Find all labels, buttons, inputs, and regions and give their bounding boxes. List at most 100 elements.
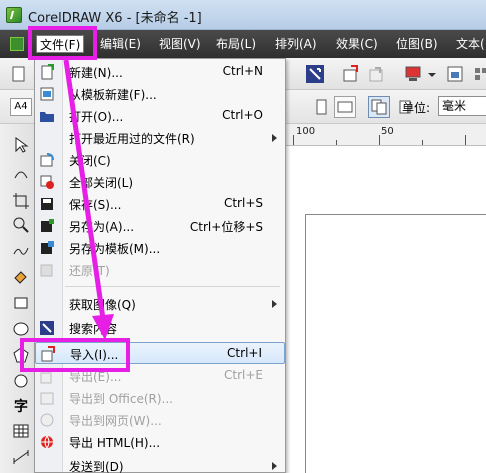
table-tool[interactable]	[12, 422, 30, 440]
menu-item-close[interactable]: 关闭(C)	[35, 149, 285, 171]
menu-item-label: 全部关闭(L)	[69, 176, 134, 190]
document-page[interactable]	[305, 214, 486, 473]
menu-item-label: 导出到 Office(R)...	[69, 392, 173, 406]
menu-item-shortcut: Ctrl+I	[227, 346, 262, 360]
pointer-icon	[15, 137, 29, 153]
menu-item-open[interactable]: 打开(O)... Ctrl+O	[35, 105, 285, 127]
menu-item-export-web[interactable]: 导出到网页(W)...	[35, 409, 285, 431]
ruler-tick	[293, 135, 294, 145]
page-size-select[interactable]: A4	[10, 98, 32, 116]
menu-item-shortcut: Ctrl+S	[223, 196, 263, 210]
zoom-tool[interactable]	[12, 216, 30, 234]
zoom-button[interactable]	[444, 63, 466, 85]
save-template-icon	[41, 241, 54, 254]
menu-item-open-recent[interactable]: 打开最近用过的文件(R)	[35, 127, 285, 149]
submenu-arrow-icon	[272, 462, 277, 470]
menu-item-shortcut: Ctrl+位移+S	[189, 220, 263, 234]
text-tool[interactable]: 字	[14, 396, 32, 415]
open-folder-icon	[40, 112, 54, 122]
close-all-icon	[40, 175, 54, 189]
menu-item-new[interactable]: 新建(N)... Ctrl+N	[35, 61, 285, 83]
shape-tool[interactable]	[12, 164, 30, 182]
menu-item-acquire-image[interactable]: 获取图像(Q)	[35, 293, 285, 315]
revert-icon	[40, 264, 53, 277]
image-icon	[447, 66, 463, 82]
smart-fill-tool[interactable]	[12, 268, 30, 286]
search-content-icon	[40, 321, 54, 335]
menu-item-label: 从模板新建(F)...	[69, 88, 157, 102]
menu-item-export-html[interactable]: 导出 HTML(H)...	[35, 431, 285, 453]
crop-icon	[13, 193, 29, 209]
freehand-tool[interactable]	[12, 242, 30, 260]
basic-shapes-tool[interactable]	[12, 372, 30, 390]
freehand-icon	[13, 247, 29, 255]
ruler-label: 50	[381, 126, 394, 137]
menu-item-save-as-template[interactable]: 另存为模板(M)...	[35, 237, 285, 259]
landscape-button[interactable]	[334, 96, 356, 118]
menu-item-save-as[interactable]: 另存为(A)... Ctrl+位移+S	[35, 215, 285, 237]
close-doc-icon	[40, 153, 54, 167]
export-toolbar-button[interactable]	[366, 63, 388, 85]
menu-item-shortcut: Ctrl+O	[222, 108, 263, 122]
save-icon	[41, 198, 53, 210]
menu-effects[interactable]: 效果(C)	[333, 35, 381, 53]
ellipse-icon	[13, 322, 29, 336]
horizontal-ruler[interactable]: 100 50	[283, 124, 486, 146]
annotation-highlight-file-menu	[28, 26, 97, 60]
menu-item-label: 发送到(D)	[69, 460, 124, 473]
menu-item-label: 还原(T)	[69, 264, 110, 278]
export-office-icon	[40, 392, 54, 405]
transform-icon	[306, 65, 324, 83]
menu-item-label: 导出 HTML(H)...	[69, 436, 161, 450]
portrait-button[interactable]	[310, 96, 332, 118]
menu-bitmaps[interactable]: 位图(B)	[393, 35, 441, 53]
dimension-tool[interactable]	[12, 448, 30, 466]
menu-item-save[interactable]: 保存(S)... Ctrl+S	[35, 193, 285, 215]
menu-item-close-all[interactable]: 全部关闭(L)	[35, 171, 285, 193]
template-icon	[40, 87, 54, 101]
menu-item-search-content[interactable]: 搜索内容	[35, 317, 285, 339]
menu-edit[interactable]: 编辑(E)	[97, 35, 144, 53]
basic-shapes-icon	[14, 374, 28, 388]
fill-icon	[14, 271, 27, 284]
dropdown-arrow-button[interactable]	[426, 63, 438, 85]
ruler-tick	[465, 135, 466, 145]
file-menu-dropdown: 新建(N)... Ctrl+N 从模板新建(F)... 打开(O)... Ctr…	[34, 58, 286, 473]
crop-tool[interactable]	[12, 192, 30, 210]
export-web-icon	[40, 413, 54, 427]
menu-arrange[interactable]: 排列(A)	[272, 35, 320, 53]
dimension-icon	[13, 450, 29, 464]
menu-item-label: 打开(O)...	[69, 110, 124, 124]
menu-item-shortcut: Ctrl+N	[222, 64, 263, 78]
transform-button[interactable]	[304, 63, 326, 85]
units-select[interactable]: 毫米	[438, 96, 486, 116]
coreldraw-app-icon	[6, 7, 22, 23]
menu-view[interactable]: 视图(V)	[156, 35, 204, 53]
menu-item-new-from-template[interactable]: 从模板新建(F)...	[35, 83, 285, 105]
pick-tool[interactable]	[12, 136, 30, 154]
import-icon	[343, 65, 358, 82]
all-pages-button[interactable]	[368, 96, 390, 118]
menu-item-export-office[interactable]: 导出到 Office(R)...	[35, 387, 285, 409]
menu-layout[interactable]: 布局(L)	[213, 35, 259, 53]
import-toolbar-button[interactable]	[340, 63, 362, 85]
menu-item-send-to[interactable]: 发送到(D)	[35, 455, 285, 473]
menu-item-label: 导出到网页(W)...	[69, 414, 162, 428]
ellipse-tool[interactable]	[12, 320, 30, 338]
publish-pdf-button[interactable]	[402, 63, 424, 85]
app-launcher-button[interactable]	[470, 63, 486, 85]
submenu-arrow-icon	[272, 300, 277, 308]
menu-text[interactable]: 文本(	[453, 35, 486, 53]
document-icon	[10, 37, 24, 51]
menu-item-label: 另存为(A)...	[69, 220, 135, 234]
chevron-down-icon	[428, 73, 436, 77]
menu-item-revert[interactable]: 还原(T)	[35, 259, 285, 281]
submenu-arrow-icon	[272, 134, 277, 142]
annotation-highlight-import	[20, 338, 130, 372]
new-button[interactable]	[8, 63, 30, 85]
pages-icon	[371, 99, 387, 115]
menu-item-shortcut: Ctrl+E	[224, 368, 263, 382]
save-as-icon	[41, 219, 54, 232]
rectangle-tool[interactable]	[12, 294, 30, 312]
new-doc-icon	[41, 64, 54, 80]
